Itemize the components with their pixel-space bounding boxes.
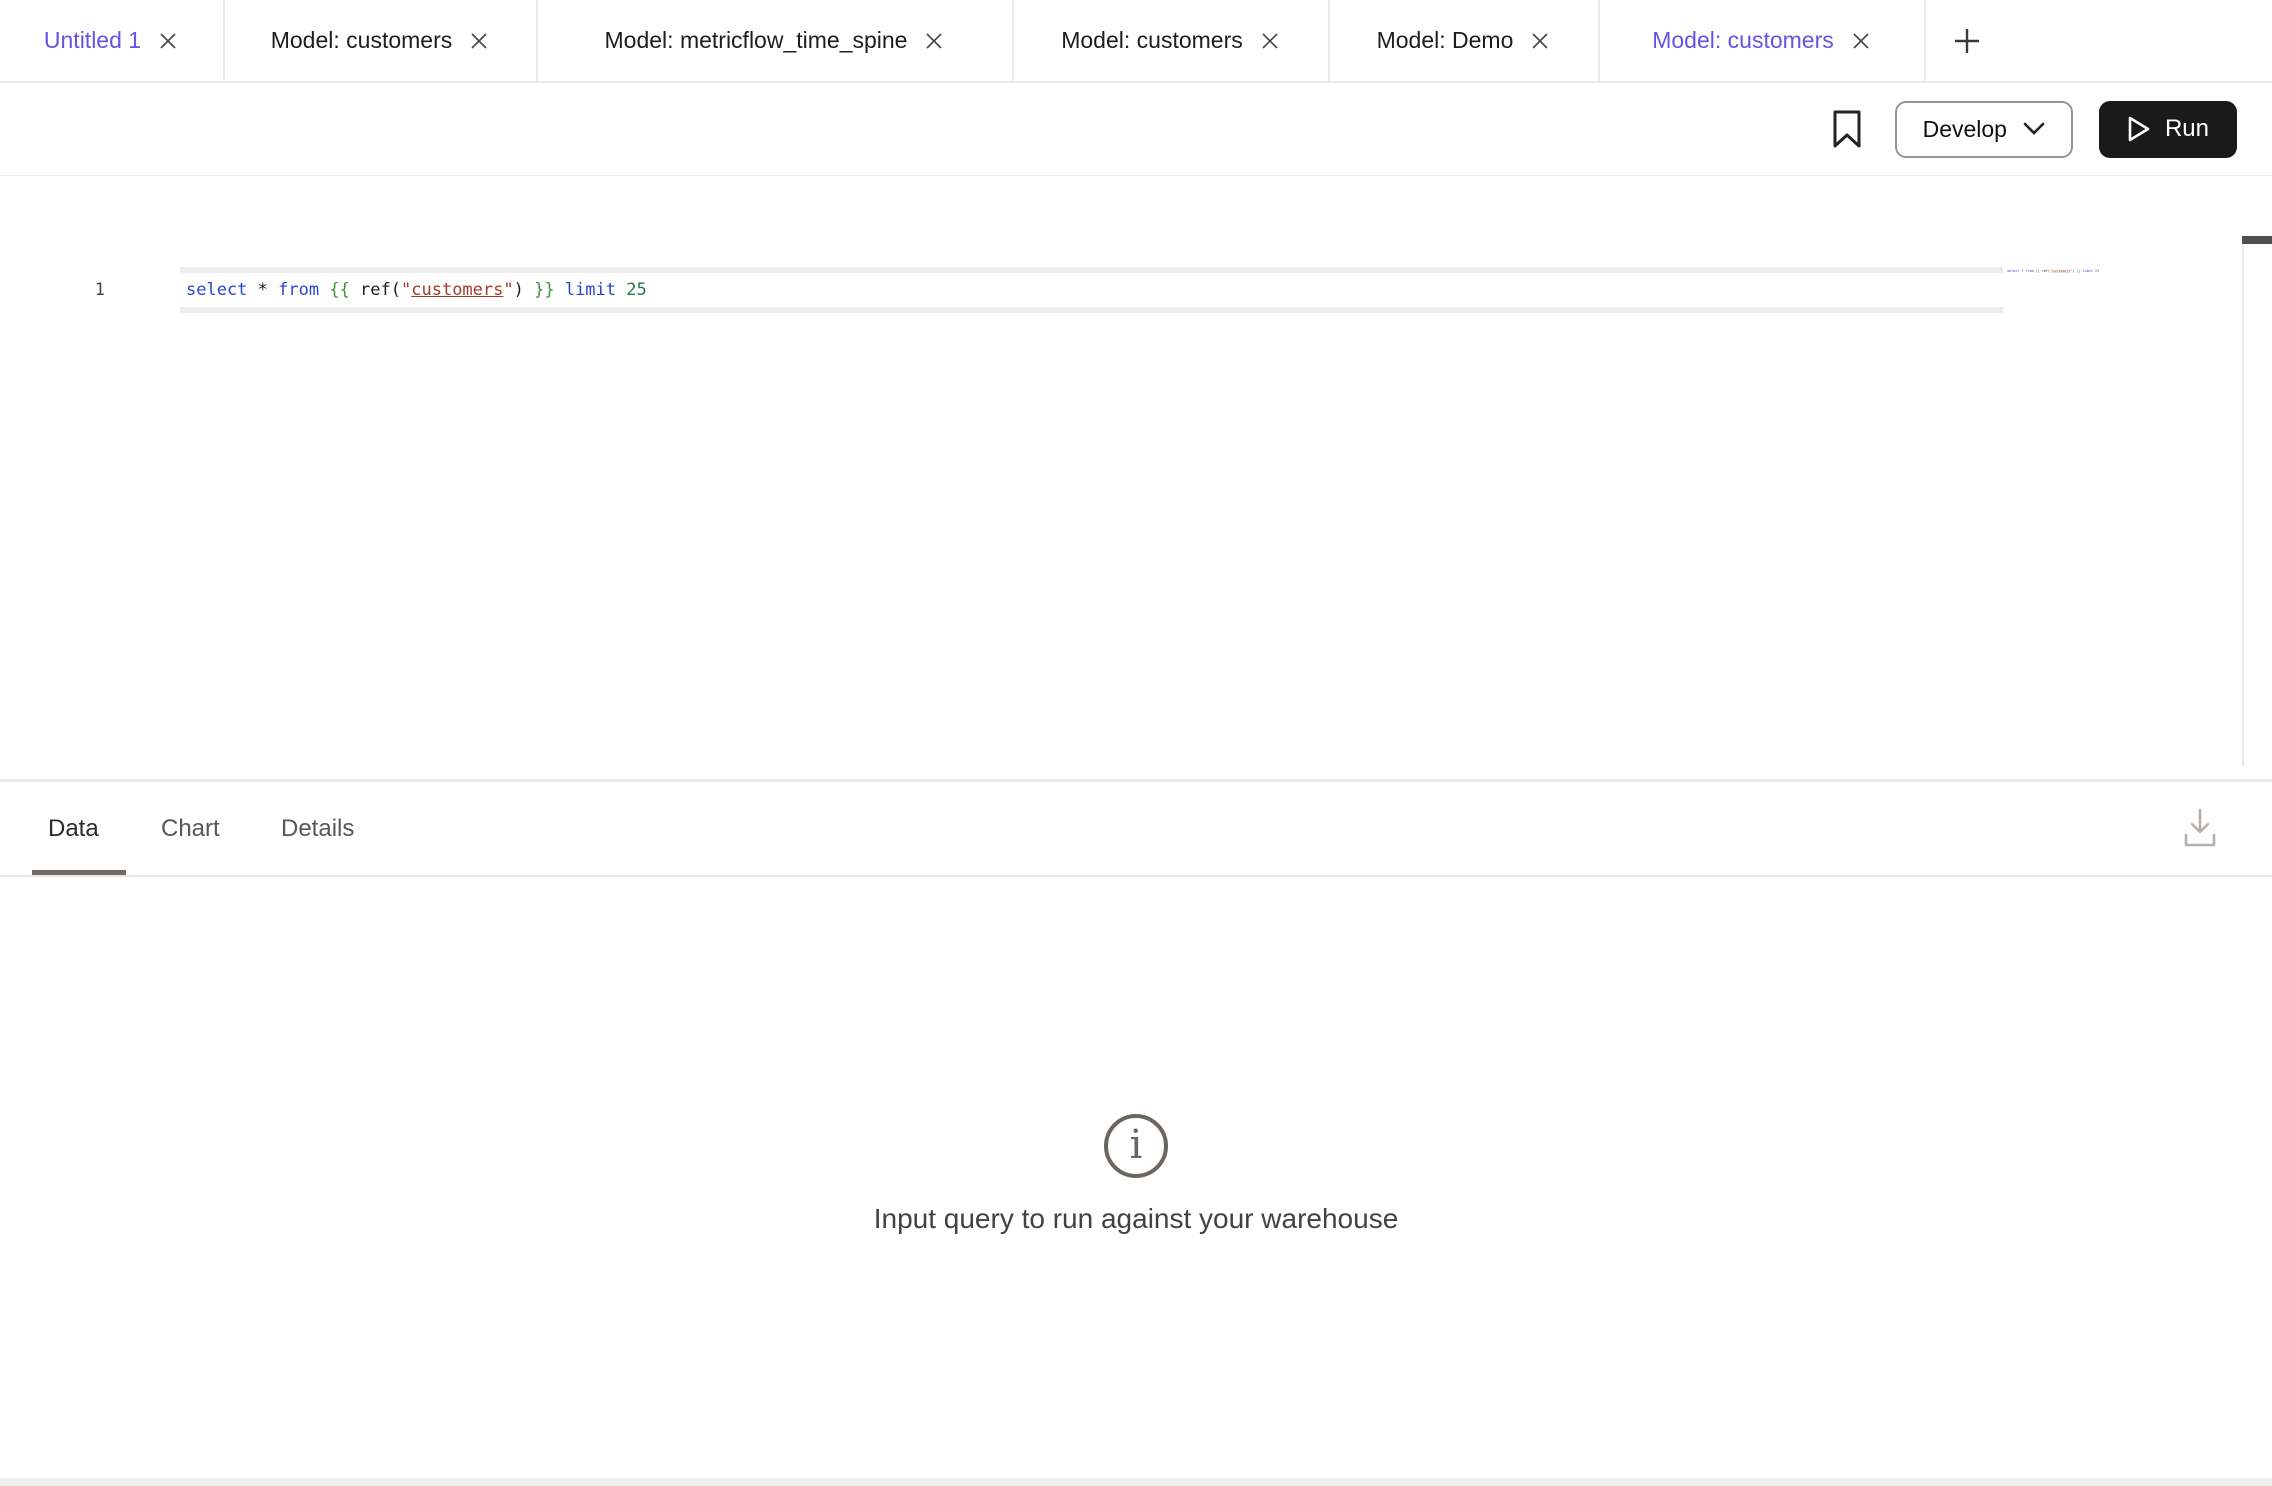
- tab-label: Model: customers: [271, 27, 453, 54]
- run-button-label: Run: [2165, 115, 2209, 143]
- results-tab-bar: Data Chart Details: [0, 782, 2272, 877]
- results-empty-state: i Input query to run against your wareho…: [0, 877, 2272, 1478]
- bookmark-icon: [1832, 110, 1862, 148]
- download-icon: [2182, 807, 2218, 849]
- chevron-down-icon: [2023, 122, 2045, 136]
- tab-details[interactable]: Details: [281, 782, 354, 875]
- editor-toolbar: Develop Run: [0, 83, 2272, 178]
- tab-label: Untitled 1: [44, 27, 141, 54]
- empty-state-message: Input query to run against your warehous…: [0, 1203, 2272, 1235]
- active-line-top-border: [180, 267, 2003, 273]
- close-icon[interactable]: [1850, 30, 1872, 52]
- tab-untitled-1[interactable]: Untitled 1: [0, 0, 225, 81]
- code-token: 25: [626, 280, 646, 300]
- code-token: customers: [411, 280, 503, 300]
- close-icon[interactable]: [923, 30, 945, 52]
- code-token: {{: [329, 280, 360, 300]
- run-button[interactable]: Run: [2099, 101, 2237, 158]
- editor-scrollbar-thumb[interactable]: [2242, 236, 2272, 244]
- code-token: limit: [565, 280, 626, 300]
- editor-scrollbar-track: [2242, 236, 2244, 766]
- sql-editor[interactable]: 1 select * from {{ ref("customers") }} l…: [0, 176, 2272, 780]
- tab-details-label: Details: [281, 815, 354, 843]
- tab-model-customers-1[interactable]: Model: customers: [225, 0, 538, 81]
- tab-model-metricflow-time-spine[interactable]: Model: metricflow_time_spine: [538, 0, 1014, 81]
- tab-chart-label: Chart: [161, 815, 220, 843]
- info-icon-glyph: i: [1130, 1125, 1143, 1165]
- close-icon[interactable]: [1259, 30, 1281, 52]
- code-token: ): [514, 280, 534, 300]
- tab-data-label: Data: [48, 815, 99, 843]
- develop-button-label: Develop: [1923, 116, 2007, 143]
- tab-chart[interactable]: Chart: [161, 782, 220, 875]
- close-icon[interactable]: [1529, 30, 1551, 52]
- play-icon: [2127, 115, 2151, 143]
- tab-label: Model: customers: [1061, 27, 1243, 54]
- plus-icon: [1952, 26, 1982, 56]
- tab-data[interactable]: Data: [48, 782, 99, 875]
- active-line-bottom-border: [180, 307, 2003, 313]
- tab-bar: Untitled 1 Model: customers Model: metri…: [0, 0, 2272, 84]
- develop-button[interactable]: Develop: [1895, 101, 2073, 158]
- code-line[interactable]: select * from {{ ref("customers") }} lim…: [186, 275, 647, 305]
- code-token: }}: [534, 280, 565, 300]
- code-token: ": [503, 280, 513, 300]
- tab-model-customers-3[interactable]: Model: customers: [1600, 0, 1926, 81]
- code-token: *: [258, 280, 278, 300]
- active-tab-indicator: [32, 870, 126, 875]
- tab-label: Model: customers: [1652, 27, 1834, 54]
- info-icon: i: [1104, 1114, 1168, 1178]
- tab-label: Model: Demo: [1377, 27, 1514, 54]
- minimap-code-line: select * from {{ ref("customers") }} lim…: [2007, 268, 2027, 274]
- tab-label: Model: metricflow_time_spine: [605, 27, 908, 54]
- download-results-button[interactable]: [2178, 800, 2222, 856]
- bookmark-button[interactable]: [1832, 110, 1862, 148]
- close-icon[interactable]: [468, 30, 490, 52]
- code-token: ": [401, 280, 411, 300]
- editor-minimap[interactable]: select * from {{ ref("customers") }} lim…: [2007, 268, 2107, 282]
- new-tab-button[interactable]: [1926, 0, 2008, 81]
- line-number: 1: [50, 275, 105, 305]
- tab-model-customers-2[interactable]: Model: customers: [1014, 0, 1330, 81]
- tab-model-demo[interactable]: Model: Demo: [1330, 0, 1600, 81]
- code-token: from: [278, 280, 329, 300]
- code-token: ref(: [360, 280, 401, 300]
- window-bottom-edge: [0, 1478, 2272, 1486]
- code-token: select: [186, 280, 258, 300]
- dbt-ide-window: Untitled 1 Model: customers Model: metri…: [0, 0, 2272, 1486]
- close-icon[interactable]: [157, 30, 179, 52]
